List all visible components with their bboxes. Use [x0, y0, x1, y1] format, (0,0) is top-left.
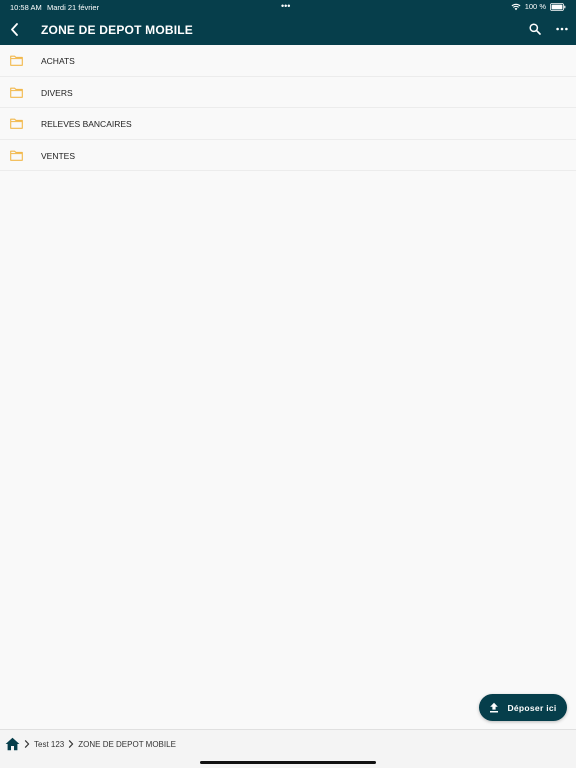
- folder-label: DIVERS: [41, 87, 73, 98]
- multitask-dots[interactable]: •••: [281, 2, 290, 11]
- folder-icon: [10, 150, 23, 161]
- folder-item-ventes[interactable]: VENTES: [0, 140, 576, 171]
- breadcrumb: Test 123 ZONE DE DEPOT MOBILE: [5, 736, 176, 752]
- page-title: ZONE DE DEPOT MOBILE: [41, 23, 194, 37]
- upload-icon: [490, 702, 499, 713]
- chevron-left-icon: [10, 22, 18, 36]
- home-indicator[interactable]: [200, 761, 376, 764]
- status-bar: 10:58 AM Mardi 21 février ••• 100 %: [0, 0, 576, 14]
- status-date: Mardi 21 février: [47, 3, 100, 12]
- search-button[interactable]: [526, 20, 544, 38]
- status-time: 10:58 AM: [10, 3, 42, 12]
- battery-level: 100 %: [524, 2, 546, 11]
- breadcrumb-bar: Test 123 ZONE DE DEPOT MOBILE: [0, 729, 576, 768]
- folder-icon: [10, 55, 23, 66]
- folder-list: ACHATS DIVERS RELEVES BANCAIRES VENTES: [0, 45, 576, 171]
- more-horizontal-icon: [556, 27, 568, 31]
- folder-item-releves-bancaires[interactable]: RELEVES BANCAIRES: [0, 108, 576, 140]
- folder-label: ACHATS: [41, 56, 75, 66]
- breadcrumb-item-current: ZONE DE DEPOT MOBILE: [78, 739, 176, 749]
- chevron-right-icon: [69, 740, 74, 748]
- more-button[interactable]: [553, 20, 571, 38]
- folder-item-achats[interactable]: ACHATS: [0, 45, 576, 77]
- folder-icon: [10, 118, 23, 129]
- battery-icon: [550, 2, 566, 11]
- folder-item-divers[interactable]: DIVERS: [0, 77, 576, 108]
- app-header: 10:58 AM Mardi 21 février ••• 100 % ZONE…: [0, 0, 576, 45]
- folder-icon: [10, 87, 23, 98]
- upload-button[interactable]: Déposer ici: [479, 694, 567, 721]
- folder-label: VENTES: [41, 150, 76, 161]
- breadcrumb-item-test-123[interactable]: Test 123: [34, 740, 64, 749]
- app-window: 10:58 AM Mardi 21 février ••• 100 % ZONE…: [0, 0, 576, 768]
- status-right: 100 %: [511, 2, 566, 11]
- search-icon: [529, 23, 541, 35]
- home-icon[interactable]: [5, 737, 20, 751]
- folder-label: RELEVES BANCAIRES: [41, 119, 132, 129]
- back-button[interactable]: [4, 18, 24, 40]
- chevron-right-icon: [24, 740, 30, 748]
- upload-button-label: Déposer ici: [507, 702, 557, 713]
- wifi-icon: [511, 3, 521, 10]
- nav-bar: ZONE DE DEPOT MOBILE: [0, 14, 576, 45]
